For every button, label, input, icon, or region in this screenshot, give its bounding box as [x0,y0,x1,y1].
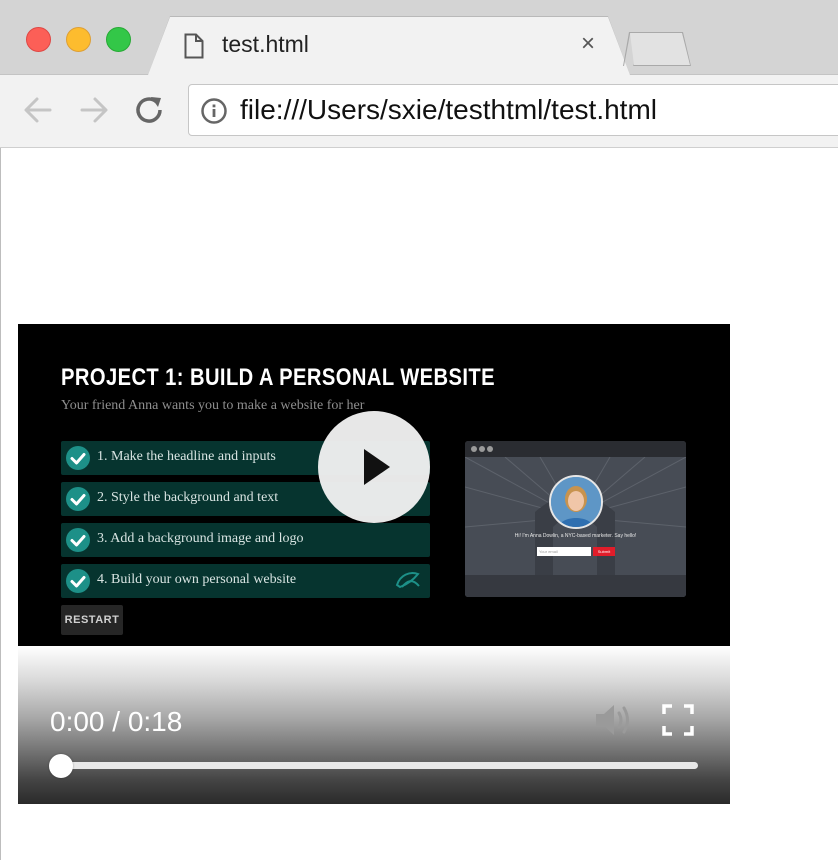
window-close-button[interactable] [26,27,51,52]
codecademy-logo-icon [395,572,420,589]
restart-button: RESTART [61,605,123,635]
forward-arrow-icon[interactable] [78,95,110,125]
tab-close-icon[interactable]: × [578,32,598,56]
project-subtitle: Your friend Anna wants you to make a web… [61,398,365,413]
step-label: 4. Build your own personal website [97,572,297,587]
preview-window-bar [465,441,686,457]
info-icon[interactable] [200,97,228,125]
play-button[interactable] [318,411,430,523]
checkmark-icon [66,487,90,511]
step-item: 3. Add a background image and logo [61,523,430,557]
preview-submit-button: Submit [593,547,615,556]
new-tab-button[interactable] [630,33,690,65]
window-maximize-button[interactable] [106,27,131,52]
checkmark-icon [66,446,90,470]
fullscreen-icon[interactable] [662,704,694,736]
address-bar-url[interactable]: file:///Users/sxie/testhtml/test.html [240,94,657,126]
video-frame[interactable]: PROJECT 1: BUILD A PERSONAL WEBSITE Your… [18,324,730,646]
preview-window-dot [471,446,477,452]
back-arrow-icon[interactable] [22,95,54,125]
checkmark-icon [66,569,90,593]
preview-window-dot [487,446,493,452]
tab-title: test.html [222,31,309,57]
video-controls: 0:00 / 0:18 [18,646,730,804]
file-icon [184,33,204,59]
step-label: 1. Make the headline and inputs [97,449,276,464]
preview-intro-text: Hi! I'm Anna Dowlin, a NYC-based markete… [514,533,637,539]
window-edge [0,148,1,860]
volume-icon[interactable] [594,702,634,738]
window-minimize-button[interactable] [66,27,91,52]
preview-email-input: Your email [537,547,591,556]
play-icon [364,449,390,485]
tab-active[interactable] [148,17,630,75]
website-preview: Hi! I'm Anna Dowlin, a NYC-based markete… [465,441,686,597]
step-item: 4. Build your own personal website [61,564,430,598]
project-title: PROJECT 1: BUILD A PERSONAL WEBSITE [61,364,496,391]
avatar-photo [551,477,601,527]
step-label: 3. Add a background image and logo [97,531,304,546]
time-display: 0:00 / 0:18 [50,706,183,737]
step-label: 2. Style the background and text [97,490,279,505]
video-player[interactable]: PROJECT 1: BUILD A PERSONAL WEBSITE Your… [18,324,730,804]
reload-icon[interactable] [134,95,166,125]
progress-thumb[interactable] [49,754,73,778]
preview-window-dot [479,446,485,452]
checkmark-icon [66,528,90,552]
avatar [549,475,603,529]
progress-track[interactable] [60,762,698,769]
